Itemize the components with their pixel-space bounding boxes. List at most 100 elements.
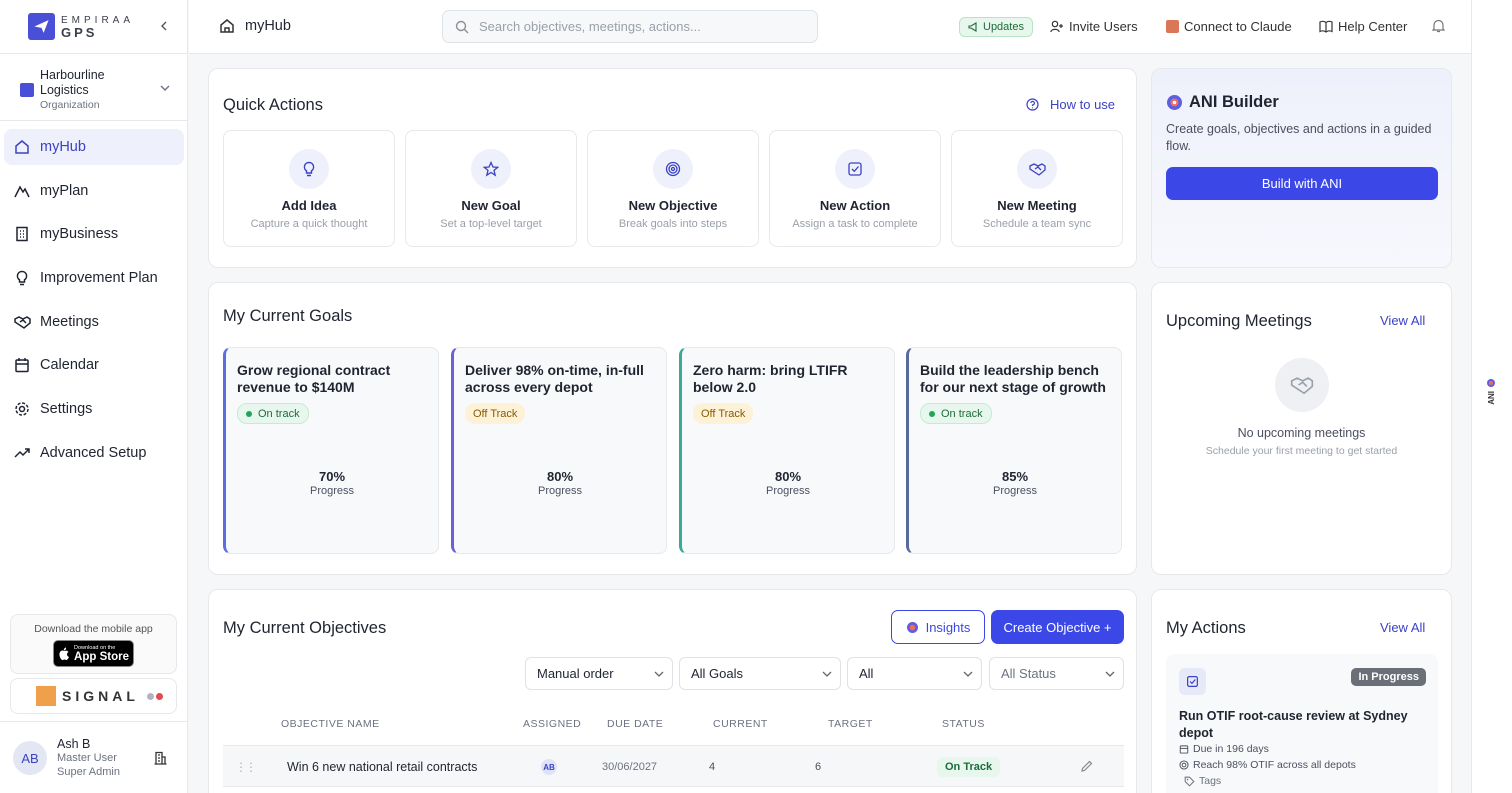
chevron-left-icon	[161, 21, 167, 31]
sidebar-item-advanced-setup[interactable]: Advanced Setup	[4, 435, 184, 471]
status-badge: On Track	[937, 757, 1001, 777]
app-store-label: App Store	[74, 650, 129, 663]
goal-card[interactable]: Build the leadership bench for our next …	[906, 347, 1122, 554]
updates-badge[interactable]: Updates	[959, 17, 1033, 37]
empty-state-title: No upcoming meetings	[1237, 426, 1366, 440]
goal-title: Zero harm: bring LTIFR below 2.0	[693, 362, 848, 395]
status-badge: Off Track	[465, 403, 526, 424]
my-actions-title: My Actions	[1166, 619, 1246, 637]
avatar: AB	[13, 741, 47, 775]
create-objective-button[interactable]: Create Objective +	[991, 610, 1124, 644]
target-icon	[1179, 760, 1189, 770]
calendar-icon	[1179, 745, 1189, 754]
view-all-actions-link[interactable]: View All	[1380, 620, 1425, 635]
sidebar-item-settings[interactable]: Settings	[4, 391, 184, 427]
organization-type: Organization	[40, 99, 100, 111]
goal-card[interactable]: Deliver 98% on-time, in-full across ever…	[451, 347, 667, 554]
how-to-use-label: How to use	[1050, 97, 1116, 112]
search-input[interactable]	[479, 19, 779, 34]
column-header-status[interactable]: STATUS	[942, 718, 985, 730]
organization-name: Harbourline Logistics	[40, 68, 105, 97]
goal-progress-label: Progress	[309, 485, 355, 497]
ani-side-tab[interactable]: ANI	[1485, 378, 1497, 414]
bell-icon[interactable]	[1432, 19, 1445, 33]
quick-action-title: New Meeting	[997, 198, 1077, 213]
quick-action-subtitle: Capture a quick thought	[250, 218, 368, 230]
goals-filter-select[interactable]: All Goals	[679, 657, 841, 690]
goal-progress-label: Progress	[765, 485, 811, 497]
quick-action-subtitle: Set a top-level target	[440, 218, 542, 230]
column-header-assigned[interactable]: ASSIGNED	[523, 718, 581, 730]
quick-action-new-objective[interactable]: New Objective Break goals into steps	[587, 130, 759, 247]
sidebar-item-meetings[interactable]: Meetings	[4, 304, 184, 340]
insights-button[interactable]: Insights	[891, 610, 985, 644]
goal-progress-value: 80%	[546, 469, 574, 484]
column-header-due-date[interactable]: DUE DATE	[607, 718, 663, 730]
sidebar-item-label: Meetings	[40, 313, 99, 330]
sidebar-item-myhub[interactable]: myHub	[4, 129, 184, 165]
table-row[interactable]: ⋮⋮ Win 6 new national retail contracts A…	[223, 745, 1124, 787]
action-tags-label: Tags	[1199, 775, 1222, 787]
claude-icon	[1166, 20, 1179, 33]
star-icon	[471, 149, 511, 189]
chevron-down-icon	[1105, 671, 1115, 677]
action-item[interactable]: In Progress Run OTIF root-cause review a…	[1166, 654, 1438, 793]
invite-users-button[interactable]: Invite Users	[1050, 19, 1138, 34]
help-circle-icon	[1026, 98, 1039, 111]
collapse-sidebar-button[interactable]	[156, 18, 172, 34]
owner-filter-select[interactable]: All	[847, 657, 982, 690]
checkbox-icon	[835, 149, 875, 189]
column-header-target[interactable]: TARGET	[828, 718, 873, 730]
search-bar[interactable]	[442, 10, 818, 43]
status-badge: On track	[237, 403, 309, 424]
logo[interactable]: EMPIRAA GPS	[28, 13, 134, 40]
home-icon[interactable]	[219, 18, 235, 34]
objective-current: 4	[709, 761, 716, 773]
drag-handle-icon[interactable]: ⋮⋮	[235, 760, 257, 774]
app-store-badge[interactable]: Download on the App Store	[53, 640, 134, 667]
calendar-icon	[13, 356, 31, 374]
quick-action-new-goal[interactable]: New Goal Set a top-level target	[405, 130, 577, 247]
mountain-icon	[13, 182, 31, 200]
action-linked-objective: Reach 98% OTIF across all depots	[1179, 759, 1356, 771]
sort-order-select[interactable]: Manual order	[525, 657, 673, 690]
objective-target: 6	[815, 761, 822, 773]
current-goals-title: My Current Goals	[223, 307, 353, 325]
goal-card[interactable]: Zero harm: bring LTIFR below 2.0 Off Tra…	[679, 347, 895, 554]
signal-integration[interactable]: SIGNAL	[10, 678, 177, 714]
my-actions-card: My Actions View All In Progress Run OTIF…	[1151, 589, 1452, 793]
ani-builder-card: ANI Builder Create goals, objectives and…	[1151, 68, 1452, 268]
sidebar-item-label: myBusiness	[40, 226, 119, 243]
status-badge: On track	[920, 403, 992, 424]
objective-name[interactable]: Win 6 new national retail contracts	[287, 760, 477, 774]
sidebar-item-improvement-plan[interactable]: Improvement Plan	[4, 260, 184, 296]
pencil-icon[interactable]	[1080, 759, 1094, 773]
view-all-meetings-link[interactable]: View All	[1380, 313, 1425, 328]
user-profile[interactable]: AB Ash B Master User Super Admin	[13, 735, 183, 781]
quick-action-new-action[interactable]: New Action Assign a task to complete	[769, 130, 941, 247]
organization-switcher[interactable]: Harbourline Logistics Organization	[10, 66, 178, 114]
status-filter-select[interactable]: All Status	[989, 657, 1124, 690]
action-tags[interactable]: Tags	[1184, 775, 1221, 787]
ani-logo-icon	[1487, 379, 1495, 387]
quick-action-subtitle: Schedule a team sync	[982, 218, 1092, 230]
column-header-current[interactable]: CURRENT	[713, 718, 768, 730]
build-with-ani-button[interactable]: Build with ANI	[1166, 167, 1438, 200]
goal-title: Deliver 98% on-time, in-full across ever…	[465, 362, 644, 395]
status-badge: In Progress	[1351, 668, 1426, 686]
help-center-button[interactable]: Help Center	[1319, 19, 1407, 34]
sidebar-item-myplan[interactable]: myPlan	[4, 173, 184, 209]
sidebar-item-mybusiness[interactable]: myBusiness	[4, 216, 184, 252]
current-objectives-card: My Current Objectives Insights Create Ob…	[208, 589, 1137, 793]
building-icon[interactable]	[154, 751, 167, 765]
quick-action-title: Add Idea	[281, 198, 337, 213]
goal-card[interactable]: Grow regional contract revenue to $140M …	[223, 347, 439, 554]
how-to-use-link[interactable]: How to use	[1026, 97, 1115, 112]
quick-action-new-meeting[interactable]: New Meeting Schedule a team sync	[951, 130, 1123, 247]
handshake-icon	[1017, 149, 1057, 189]
quick-action-add-idea[interactable]: Add Idea Capture a quick thought	[223, 130, 395, 247]
column-header-name[interactable]: OBJECTIVE NAME	[281, 718, 380, 730]
goal-title: Grow regional contract revenue to $140M	[237, 362, 391, 395]
connect-claude-button[interactable]: Connect to Claude	[1166, 19, 1292, 34]
sidebar-item-calendar[interactable]: Calendar	[4, 347, 184, 383]
